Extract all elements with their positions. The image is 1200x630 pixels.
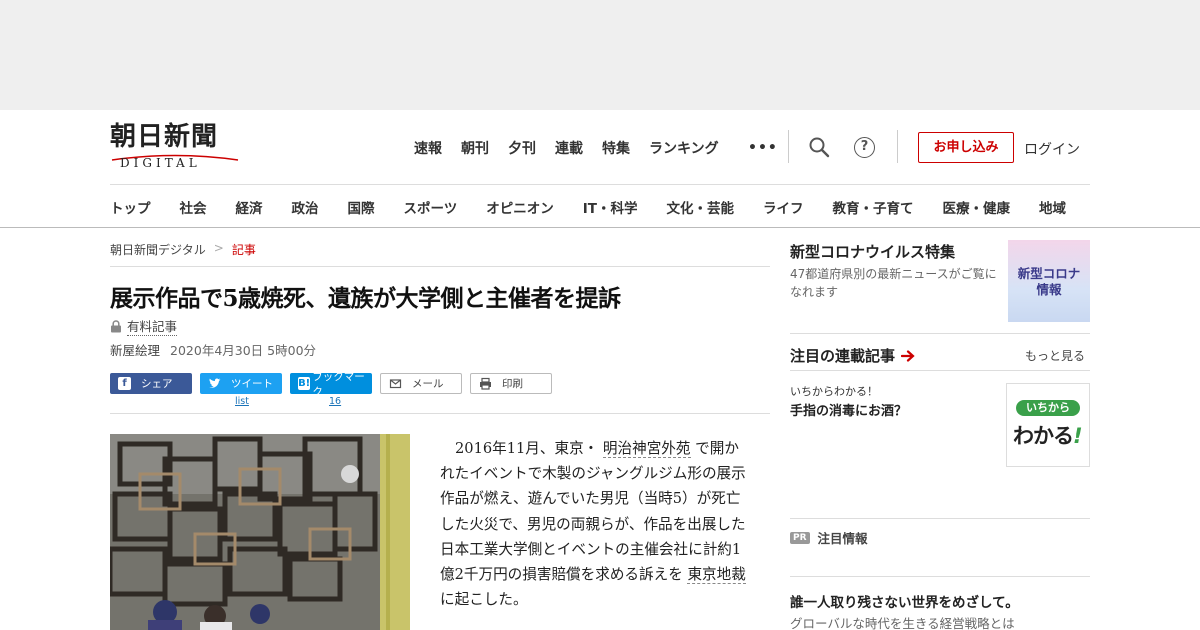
logo-wordmark: 朝日新聞 [110, 122, 219, 152]
wakaru-logo-exclaim: ! [1073, 424, 1083, 448]
corona-thumbnail-line1: 新型コロナ [1017, 266, 1081, 281]
mail-icon [389, 379, 402, 389]
category-it-science[interactable]: IT・科学 [583, 197, 638, 217]
category-education[interactable]: 教育・子育て [832, 197, 913, 217]
twitter-share-label: ツイート [231, 378, 273, 390]
primary-nav: 速報 朝刊 夕刊 連載 特集 ランキング [414, 138, 738, 158]
paid-article-marker[interactable]: 有料記事 [110, 316, 178, 336]
category-culture[interactable]: 文化・芸能 [666, 197, 734, 217]
wakaru-logo-wordmark: わかる! [1013, 420, 1083, 450]
breadcrumb-rule [110, 266, 770, 267]
facebook-icon: f [118, 377, 131, 390]
wakaru-logo-pill: いちから [1016, 400, 1080, 416]
nav-item-rensai[interactable]: 連載 [555, 138, 583, 158]
publish-date: 2020年4月30日 5時00分 [170, 343, 317, 358]
sidebar-rule [790, 576, 1090, 577]
logo-digital-label: DIGITAL [120, 156, 201, 170]
article-title: 展示作品で5歳焼死、遺族が大学側と主催者を提訴 [110, 285, 621, 312]
header-rule [110, 184, 1090, 185]
sidebar-rule [790, 518, 1090, 519]
subscribe-button[interactable]: お申し込み [918, 132, 1014, 163]
author-name: 新屋絵理 [110, 343, 161, 358]
body-text-1: 2016年11月、東京・ [455, 440, 599, 457]
see-more-link[interactable]: もっと見る [1025, 347, 1085, 364]
header-divider [897, 130, 898, 163]
category-politics[interactable]: 政治 [292, 197, 319, 217]
series-kicker: いちからわかる！ [790, 385, 878, 398]
corona-thumbnail-line2: 情報 [1036, 282, 1062, 297]
pr-section-heading: PR 注目情報 [790, 528, 868, 547]
facebook-share-button[interactable]: f シェア [110, 373, 192, 394]
ichikara-wakaru-logo[interactable]: いちから わかる! [1006, 383, 1090, 467]
nav-bottom-rule [0, 227, 1200, 228]
category-opinion[interactable]: オピニオン [486, 197, 554, 217]
series-headline[interactable]: 手指の消毒にお酒？ [790, 400, 907, 419]
corona-feature-thumbnail[interactable]: 新型コロナ 情報 [1008, 240, 1090, 322]
header-divider [788, 130, 789, 163]
site-header: 朝日新聞 DIGITAL 速報 朝刊 夕刊 連載 特集 ランキング ••• ? … [0, 110, 1200, 185]
lock-icon [111, 319, 121, 332]
article-byline: 新屋絵理 2020年4月30日 5時00分 [110, 340, 316, 359]
category-economy[interactable]: 経済 [236, 197, 263, 217]
print-button[interactable]: 印刷 [470, 373, 552, 394]
sponsored-headline[interactable]: 誰一人取り残さない世界をめざして。 [790, 591, 1019, 611]
nav-item-chokan[interactable]: 朝刊 [461, 138, 489, 158]
mail-share-button[interactable]: メール [380, 373, 462, 394]
pr-badge: PR [790, 531, 810, 544]
body-text-2: で開かれたイベントで木製のジャングルジム形の展示作品が燃え、遊んでいた男児（当時… [440, 440, 746, 584]
link-meiji-jingu-gaien[interactable]: 明治神宮外苑 [602, 440, 691, 458]
hatena-bookmark-count[interactable]: 16 [329, 396, 341, 407]
site-logo[interactable]: 朝日新聞 DIGITAL [110, 123, 240, 171]
hatena-bookmark-icon: B! [298, 377, 311, 390]
body-text-3: に起こした。 [440, 591, 528, 609]
wakaru-logo-text: わかる [1013, 424, 1074, 448]
twitter-bird-icon [209, 378, 221, 388]
login-link[interactable]: ログイン [1024, 139, 1080, 159]
twitter-share-button[interactable]: ツイート [200, 373, 282, 394]
print-label: 印刷 [502, 378, 523, 390]
category-international[interactable]: 国際 [348, 197, 375, 217]
hatena-bookmark-button[interactable]: B! ブックマーク [290, 371, 372, 398]
search-icon[interactable] [808, 136, 830, 158]
category-health[interactable]: 医療・健康 [942, 197, 1010, 217]
featured-series-title: 注目の連載記事 [790, 347, 896, 365]
nav-item-tokushu[interactable]: 特集 [602, 138, 630, 158]
article-photo[interactable] [110, 434, 410, 630]
hatena-bookmark-label: ブックマーク [312, 370, 365, 398]
breadcrumb-current: 記事 [231, 243, 256, 257]
nav-item-ranking[interactable]: ランキング [649, 138, 719, 158]
share-bar-rule [110, 413, 770, 414]
sidebar-rule [790, 370, 1090, 371]
mail-share-label: メール [412, 378, 444, 390]
breadcrumb: 朝日新聞デジタル > 記事 [110, 241, 256, 258]
help-icon[interactable]: ? [854, 137, 875, 158]
more-menu-button[interactable]: ••• [748, 140, 778, 156]
nav-item-sokuho[interactable]: 速報 [414, 138, 442, 158]
link-tokyo-district-court[interactable]: 東京地裁 [687, 566, 746, 585]
category-sports[interactable]: スポーツ [404, 197, 458, 217]
facebook-share-label: シェア [141, 378, 173, 390]
corona-feature-description: 47都道府県別の最新ニュースがご覧になれます [790, 267, 997, 299]
category-life[interactable]: ライフ [763, 197, 804, 217]
breadcrumb-separator: > [213, 241, 224, 255]
twitter-share-count[interactable]: list [235, 396, 249, 407]
corona-feature-title[interactable]: 新型コロナウイルス特集 [790, 241, 955, 262]
nav-item-yukan[interactable]: 夕刊 [508, 138, 536, 158]
featured-series-heading[interactable]: 注目の連載記事 [790, 345, 915, 366]
paid-article-label: 有料記事 [127, 316, 178, 336]
arrow-right-icon [901, 349, 915, 362]
breadcrumb-home[interactable]: 朝日新聞デジタル [110, 241, 206, 258]
article-body: 2016年11月、東京・ 明治神宮外苑 で開かれたイベントで木製のジャングルジム… [440, 436, 750, 612]
category-top[interactable]: トップ [110, 197, 151, 217]
category-region[interactable]: 地域 [1039, 197, 1066, 217]
category-society[interactable]: 社会 [180, 197, 207, 217]
sidebar-rule [790, 333, 1090, 334]
pr-section-label: 注目情報 [817, 531, 868, 546]
category-nav: トップ 社会 経済 政治 国際 スポーツ オピニオン IT・科学 文化・芸能 ラ… [110, 197, 1100, 217]
sponsored-subtext[interactable]: グローバルな時代を生きる経営戦略とは [790, 613, 1015, 630]
ad-banner-area [0, 0, 1200, 110]
jungle-gym-illustration [110, 434, 410, 630]
printer-icon [480, 377, 491, 390]
